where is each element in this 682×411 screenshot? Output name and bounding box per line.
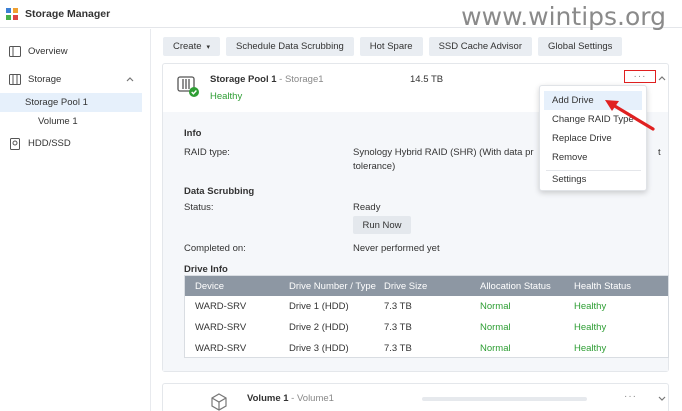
volume-subname-text: - Volume1 xyxy=(288,393,334,404)
table-row[interactable]: WARD-SRV Drive 2 (HDD) 7.3 TB Normal Hea… xyxy=(185,317,668,338)
window-title: Storage Manager xyxy=(25,7,111,20)
sidebar-item-label: Storage xyxy=(28,74,62,85)
sidebar-item-label: HDD/SSD xyxy=(28,138,71,149)
raid-type-value-tail: t xyxy=(658,147,661,158)
menu-item-settings[interactable]: Settings xyxy=(544,170,642,189)
sidebar-item-label: Storage Pool 1 xyxy=(25,97,88,108)
completed-on-value: Never performed yet xyxy=(353,243,440,254)
menu-item-replace-drive[interactable]: Replace Drive xyxy=(544,129,642,148)
more-options-button[interactable]: ··· xyxy=(624,70,656,83)
cell-drive-number: Drive 2 (HDD) xyxy=(289,322,349,333)
table-row[interactable]: WARD-SRV Drive 1 (HDD) 7.3 TB Normal Hea… xyxy=(185,296,668,317)
pool-actions-menu: Add Drive Change RAID Type Replace Drive… xyxy=(539,85,647,191)
sidebar: Overview Storage Storage Pool 1 Volume 1… xyxy=(0,29,151,411)
chevron-up-icon[interactable] xyxy=(657,73,667,83)
volume-usage-bar xyxy=(422,397,587,401)
chevron-down-icon[interactable] xyxy=(657,394,667,404)
column-header-drive-size[interactable]: Drive Size xyxy=(384,276,427,296)
scrubbing-status-value: Ready xyxy=(353,202,381,213)
cell-drive-number: Drive 1 (HDD) xyxy=(289,301,349,312)
volume-name: Volume 1 - Volume1 xyxy=(247,393,334,404)
hot-spare-button[interactable]: Hot Spare xyxy=(359,37,423,56)
sidebar-item-overview[interactable]: Overview xyxy=(0,41,151,62)
sidebar-item-storage-pool-1[interactable]: Storage Pool 1 xyxy=(0,93,142,112)
hdd-icon xyxy=(9,137,21,150)
cell-device: WARD-SRV xyxy=(195,322,247,333)
storage-pool-size: 14.5 TB xyxy=(410,74,444,85)
menu-item-remove[interactable]: Remove xyxy=(544,148,642,167)
menu-item-add-drive[interactable]: Add Drive xyxy=(544,91,642,110)
table-header: Device Drive Number / Type Drive Size Al… xyxy=(185,276,668,296)
more-icon: ··· xyxy=(633,71,647,82)
completed-on-label: Completed on: xyxy=(184,243,246,254)
storage-pool-name: Storage Pool 1 - Storage1 xyxy=(210,74,324,85)
sidebar-item-label: Overview xyxy=(28,46,68,57)
column-header-health-status[interactable]: Health Status xyxy=(574,276,631,296)
raid-type-label: RAID type: xyxy=(184,147,230,158)
pool-subname-text: - Storage1 xyxy=(276,74,324,85)
cell-device: WARD-SRV xyxy=(195,343,247,354)
drive-info-section-title: Drive Info xyxy=(184,264,228,275)
more-icon[interactable]: ··· xyxy=(624,391,637,402)
cell-drive-size: 7.3 TB xyxy=(384,343,412,354)
schedule-data-scrubbing-button[interactable]: Schedule Data Scrubbing xyxy=(226,37,354,56)
cell-drive-number: Drive 3 (HDD) xyxy=(289,343,349,354)
column-header-device[interactable]: Device xyxy=(195,276,224,296)
create-button[interactable]: Create ▾ xyxy=(163,37,221,56)
cell-health-status: Healthy xyxy=(574,301,607,312)
cell-drive-size: 7.3 TB xyxy=(384,301,412,312)
run-now-button[interactable]: Run Now xyxy=(353,216,411,234)
sidebar-item-storage[interactable]: Storage xyxy=(0,69,151,90)
cell-device: WARD-SRV xyxy=(195,301,247,312)
raid-type-value-line2: tolerance) xyxy=(353,161,396,172)
column-header-allocation-status[interactable]: Allocation Status xyxy=(480,276,551,296)
cell-drive-size: 7.3 TB xyxy=(384,322,412,333)
raid-type-value: Synology Hybrid RAID (SHR) (With data pr xyxy=(353,147,534,158)
pool-name-text: Storage Pool 1 xyxy=(210,74,277,85)
storage-icon xyxy=(9,74,21,86)
cell-health-status: Healthy xyxy=(574,343,607,354)
table-row[interactable]: WARD-SRV Drive 3 (HDD) 7.3 TB Normal Hea… xyxy=(185,338,668,359)
caret-down-icon: ▾ xyxy=(206,43,211,51)
sidebar-item-hdd-ssd[interactable]: HDD/SSD xyxy=(0,133,151,154)
drive-info-table: Device Drive Number / Type Drive Size Al… xyxy=(184,275,669,358)
create-button-label: Create xyxy=(173,41,202,52)
sidebar-item-label: Volume 1 xyxy=(38,116,78,127)
title-bar: Storage Manager www.wintips.org xyxy=(0,0,682,31)
storage-pool-status: Healthy xyxy=(210,91,243,102)
cell-allocation-status: Normal xyxy=(480,301,511,312)
data-scrubbing-section-title: Data Scrubbing xyxy=(184,186,255,197)
global-settings-button[interactable]: Global Settings xyxy=(538,37,623,56)
storage-manager-app-icon xyxy=(5,7,19,21)
volume-card[interactable]: Volume 1 - Volume1 ··· xyxy=(162,383,669,411)
watermark-text: www.wintips.org xyxy=(461,2,666,31)
menu-item-change-raid-type[interactable]: Change RAID Type xyxy=(544,110,642,129)
ssd-cache-advisor-button[interactable]: SSD Cache Advisor xyxy=(428,37,532,56)
toolbar: Create ▾ Schedule Data Scrubbing Hot Spa… xyxy=(163,37,623,56)
volume-icon xyxy=(211,393,227,411)
overview-icon xyxy=(9,46,21,58)
chevron-up-icon[interactable] xyxy=(125,74,135,84)
cell-allocation-status: Normal xyxy=(480,343,511,354)
volume-name-text: Volume 1 xyxy=(247,393,289,404)
status-label: Status: xyxy=(184,202,214,213)
storage-pool-icon xyxy=(177,76,199,97)
info-section-title: Info xyxy=(184,128,202,139)
cell-health-status: Healthy xyxy=(574,322,607,333)
sidebar-item-volume-1[interactable]: Volume 1 xyxy=(38,112,78,131)
cell-allocation-status: Normal xyxy=(480,322,511,333)
column-header-drive-number[interactable]: Drive Number / Type xyxy=(289,276,376,296)
